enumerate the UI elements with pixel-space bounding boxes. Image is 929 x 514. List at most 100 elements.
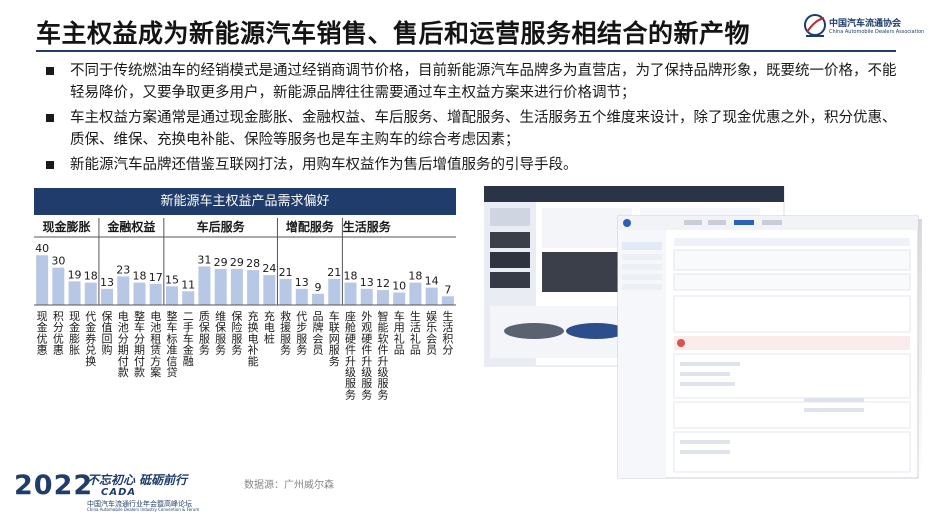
bar-value-label: 13 xyxy=(100,276,114,289)
bar xyxy=(165,286,178,305)
bar-value-label: 13 xyxy=(295,276,309,289)
bar xyxy=(214,268,227,305)
category-label: 积分优惠 xyxy=(53,310,64,357)
bar-value-label: 19 xyxy=(68,268,82,281)
category-label: 保值回购 xyxy=(102,309,113,357)
bar-value-label: 14 xyxy=(425,275,439,288)
bar-value-label: 29 xyxy=(214,256,228,269)
bar xyxy=(52,267,65,305)
bar xyxy=(198,266,211,305)
footer-org-en: China Automobile Dealers Industry Conven… xyxy=(87,507,200,512)
bar-value-label: 40 xyxy=(35,242,49,255)
bullet-square-icon xyxy=(46,114,54,122)
category-label: 品牌会员 xyxy=(313,310,324,357)
back-window-topbar xyxy=(484,186,784,202)
category-label: 保险服务 xyxy=(231,309,242,357)
bar-value-label: 7 xyxy=(444,283,451,296)
bar xyxy=(101,288,114,305)
group-label: 现金膨胀 xyxy=(42,219,90,234)
category-label: 充换电补能 xyxy=(248,309,259,368)
bullet-text: 不同于传统燃油车的经销模式是通过经销商调节价格，目前新能源汽车品牌多为直营店，为… xyxy=(70,63,897,101)
bar xyxy=(279,278,292,305)
bullet-text: 新能源汽车品牌还借鉴互联网打法，用购车权益作为售后增值服务的引导手段。 xyxy=(70,157,578,173)
bullet-square-icon xyxy=(46,67,54,75)
bar xyxy=(117,276,130,305)
bar-value-label: 18 xyxy=(84,270,98,283)
group-label: 增配服务 xyxy=(286,219,335,234)
bar-value-label: 18 xyxy=(408,270,422,283)
bar xyxy=(247,270,260,305)
chart-plot: 现金膨胀 金融权益 车后服务 增配服务 生活服务403019 18 1323 18 17 15 11… xyxy=(34,215,456,401)
category-label: 现金优惠 xyxy=(37,310,48,357)
category-label: 维保服务 xyxy=(215,310,226,357)
chart-title: 新能源车主权益产品需求偏好 xyxy=(34,188,456,215)
bar xyxy=(360,288,373,305)
bar xyxy=(393,292,406,305)
bar xyxy=(344,282,357,305)
category-label: 车用礼品 xyxy=(394,309,405,357)
bar-value-label: 31 xyxy=(197,253,211,266)
data-source: 数据源：广州威尔森 xyxy=(244,480,334,491)
title-rule xyxy=(36,50,896,52)
bar xyxy=(133,282,146,305)
logo-text-cn: 中国汽车流通协会 xyxy=(829,19,902,29)
bar xyxy=(84,282,97,305)
category-label: 代金券兑换 xyxy=(85,310,96,368)
bar-value-label: 21 xyxy=(279,266,293,279)
bar xyxy=(68,281,81,305)
cada-emblem-icon xyxy=(804,14,826,37)
bar-value-label: 12 xyxy=(376,277,390,290)
bar xyxy=(263,275,276,305)
bar-value-label: 11 xyxy=(181,278,195,291)
app-screenshots xyxy=(483,185,924,486)
footer-slogan: 不忘初心 砥砺前行 xyxy=(87,473,188,487)
group-header-row xyxy=(34,215,456,237)
bar xyxy=(295,288,308,305)
category-label: 生活礼品 xyxy=(410,309,421,357)
bullet-item: 新能源汽车品牌还借鉴互联网打法，用购车权益作为售后增值服务的引导手段。 xyxy=(40,154,900,176)
bar-value-label: 18 xyxy=(344,270,358,283)
bullet-list: 不同于传统燃油车的经销模式是通过经销商调节价格，目前新能源汽车品牌多为直营店，为… xyxy=(40,60,900,179)
category-label: 充电桩 xyxy=(264,309,275,345)
cada-logo: 中国汽车流通协会 China Automobile Dealers Associ… xyxy=(803,10,924,46)
category-label: 智能软件升级服务 xyxy=(377,309,388,401)
bar-value-label: 13 xyxy=(360,276,374,289)
group-label: 生活服务 xyxy=(343,219,392,234)
category-label: 娱乐会员 xyxy=(426,309,437,357)
bar-value-label: 17 xyxy=(149,271,163,284)
bar-value-label: 29 xyxy=(230,256,244,269)
bar xyxy=(312,293,325,305)
bar-value-label: 18 xyxy=(133,270,147,283)
bar-value-label: 24 xyxy=(262,262,276,275)
bar-value-label: 9 xyxy=(315,281,322,294)
bar xyxy=(36,255,49,305)
footer-year: 2022 xyxy=(14,470,94,501)
bar-value-label: 28 xyxy=(246,257,260,270)
bar-value-label: 30 xyxy=(51,255,65,268)
bar xyxy=(376,290,389,305)
app-screenshot-mock xyxy=(483,185,922,481)
group-label: 金融权益 xyxy=(106,219,155,234)
group-label: 车后服务 xyxy=(197,219,246,234)
bar-chart: 新能源车主权益产品需求偏好 现金膨胀 金融权益 车后服务 增配服务 生活服务 40 30 19… xyxy=(34,188,456,433)
category-label: 电池分期付款 xyxy=(118,310,129,379)
bullet-square-icon xyxy=(46,161,54,169)
category-label: 救援服务 xyxy=(280,309,291,357)
bullet-item: 不同于传统燃油车的经销模式是通过经销商调节价格，目前新能源汽车品牌多为直营店，为… xyxy=(40,60,900,104)
category-label: 整车分期付款 xyxy=(134,309,145,379)
category-label: 质保服务 xyxy=(199,310,210,357)
category-label: 车联网服务 xyxy=(329,309,340,368)
bar xyxy=(409,282,422,305)
bar xyxy=(230,268,243,305)
bar xyxy=(425,287,438,305)
category-label: 生活积分 xyxy=(442,309,453,357)
bar xyxy=(182,291,195,305)
category-label: 二手车金融 xyxy=(183,310,194,368)
category-label: 现金膨胀 xyxy=(69,310,80,357)
footer-brand: CADA xyxy=(101,487,137,498)
bar-value-label: 23 xyxy=(116,263,130,276)
bar xyxy=(149,283,162,305)
bullet-text: 车主权益方案通常是通过现金膨胀、金融权益、车后服务、增配服务、生活服务五个维度来… xyxy=(70,110,897,148)
bar xyxy=(328,278,341,305)
category-label: 外观硬件升级服务 xyxy=(361,310,372,401)
